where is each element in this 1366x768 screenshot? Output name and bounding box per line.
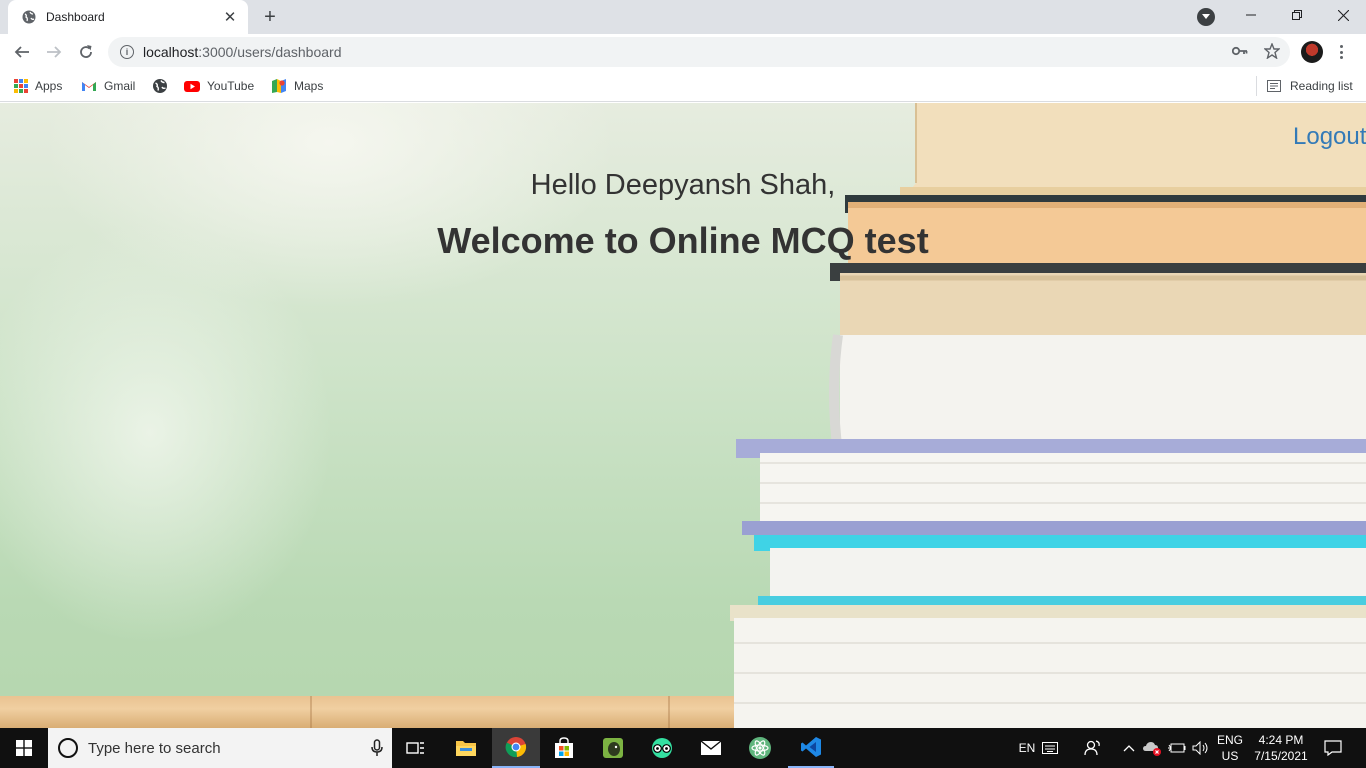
logout-link[interactable]: Logout [1293, 123, 1366, 151]
clock-date: 7/15/2021 [1254, 749, 1308, 763]
tab-search-button[interactable] [1197, 8, 1215, 26]
greeting-text: Hello Deepyansh Shah, [530, 169, 836, 201]
store-bag-icon [555, 737, 573, 758]
bookmark-label: YouTube [207, 79, 255, 93]
windows-taskbar: Type here to search EN ENG US 4:24 PM 7/… [0, 728, 1366, 768]
address-bar[interactable]: i localhost:3000/users/dashboard [108, 37, 1290, 67]
notifications-icon[interactable] [1318, 728, 1348, 768]
task-view-icon [406, 742, 424, 754]
microsoft-store-button[interactable] [541, 728, 587, 768]
language-label: ENG [1216, 733, 1243, 747]
desk-background [0, 696, 760, 728]
clock-time: 4:24 PM [1258, 733, 1304, 747]
tab-title: Dashboard [46, 10, 105, 24]
globe-icon [152, 78, 168, 94]
welcome-heading: Welcome to Online MCQ test [437, 220, 929, 261]
reload-icon [80, 45, 92, 58]
desk-seam [310, 696, 312, 728]
language-indicator[interactable]: ENG US [1214, 728, 1246, 768]
vscode-button[interactable] [788, 728, 834, 768]
search-placeholder: Type here to search [88, 739, 221, 757]
url-text: localhost:3000/users/dashboard [143, 44, 342, 60]
bookmark-label: Apps [35, 79, 63, 93]
bookmark-youtube[interactable]: YouTube [184, 76, 254, 96]
chrome-taskbar-button[interactable] [492, 728, 540, 768]
region-label: US [1221, 749, 1239, 763]
star-icon[interactable] [1262, 41, 1282, 61]
mail-button[interactable] [688, 728, 734, 768]
browser-toolbar: i localhost:3000/users/dashboard [0, 34, 1366, 70]
folder-icon [456, 741, 476, 756]
reading-list-label: Reading list [1290, 79, 1353, 93]
menu-dots-icon[interactable] [1334, 42, 1348, 62]
gmail-icon [81, 78, 97, 94]
bookmark-gmail[interactable]: Gmail [81, 76, 135, 96]
close-tab-icon[interactable]: ✕ [222, 9, 238, 26]
input-indicator[interactable]: EN [1016, 728, 1038, 768]
minimize-icon [1246, 14, 1256, 16]
clock[interactable]: 4:24 PM 7/15/2021 [1250, 728, 1312, 768]
bookmark-maps[interactable]: Maps [271, 76, 323, 96]
windows-logo-icon [16, 740, 32, 756]
bookmark-label: Maps [294, 79, 324, 93]
battery-icon[interactable] [1166, 728, 1188, 768]
file-explorer-button[interactable] [443, 728, 489, 768]
keyboard-icon[interactable] [1040, 728, 1060, 768]
reading-list-button[interactable]: Reading list [1256, 76, 1353, 96]
mail-icon [700, 740, 722, 755]
profile-avatar[interactable] [1301, 41, 1323, 63]
onedrive-error-icon[interactable] [1141, 728, 1163, 768]
apps-grid-icon [14, 79, 28, 93]
cortana-icon [58, 738, 78, 758]
chevron-down-icon [1202, 14, 1210, 19]
youtube-icon [184, 78, 200, 94]
chrome-icon [505, 737, 527, 758]
arrow-right-icon [47, 46, 62, 58]
tripadvisor-icon [652, 738, 672, 758]
chevron-up-icon[interactable] [1120, 728, 1138, 768]
key-icon[interactable] [1230, 41, 1250, 61]
site-info-icon[interactable]: i [120, 45, 134, 59]
bookmark-label: Gmail [104, 79, 136, 93]
taskbar-search[interactable]: Type here to search [48, 728, 392, 768]
new-tab-button[interactable]: + [258, 6, 282, 28]
close-icon [1337, 9, 1349, 21]
tripadvisor-button[interactable] [639, 728, 685, 768]
maps-icon [271, 78, 287, 94]
minimize-button[interactable] [1228, 0, 1274, 30]
arrow-left-icon [14, 46, 29, 58]
volume-icon[interactable] [1190, 728, 1212, 768]
atom-icon [749, 737, 771, 759]
back-button[interactable] [8, 38, 36, 66]
desk-seam [668, 696, 670, 728]
dashboard-page: Logout Hello Deepyansh Shah, Welcome to … [0, 103, 1366, 728]
globe-icon [22, 10, 36, 24]
bookmark-globe[interactable] [152, 76, 175, 96]
microphone-icon[interactable] [362, 739, 392, 757]
input-indicator-label: EN [1018, 741, 1036, 755]
vscode-icon [801, 737, 821, 757]
forward-button[interactable] [40, 38, 68, 66]
atom-button[interactable] [737, 728, 783, 768]
start-button[interactable] [0, 728, 48, 768]
evernote-button[interactable] [590, 728, 636, 768]
close-window-button[interactable] [1320, 0, 1366, 30]
people-icon[interactable] [1082, 728, 1104, 768]
tab-dashboard[interactable]: Dashboard ✕ [8, 0, 248, 34]
evernote-icon [603, 738, 623, 758]
tab-strip: Dashboard ✕ + [0, 0, 1366, 34]
bookmark-apps[interactable]: Apps [14, 76, 62, 96]
restore-icon [1292, 10, 1302, 20]
reload-button[interactable] [72, 38, 100, 66]
task-view-button[interactable] [396, 728, 436, 768]
bookmarks-bar: Apps Gmail YouTube Maps Reading list [0, 70, 1366, 102]
restore-button[interactable] [1274, 0, 1320, 30]
reading-list-icon [1267, 80, 1281, 92]
